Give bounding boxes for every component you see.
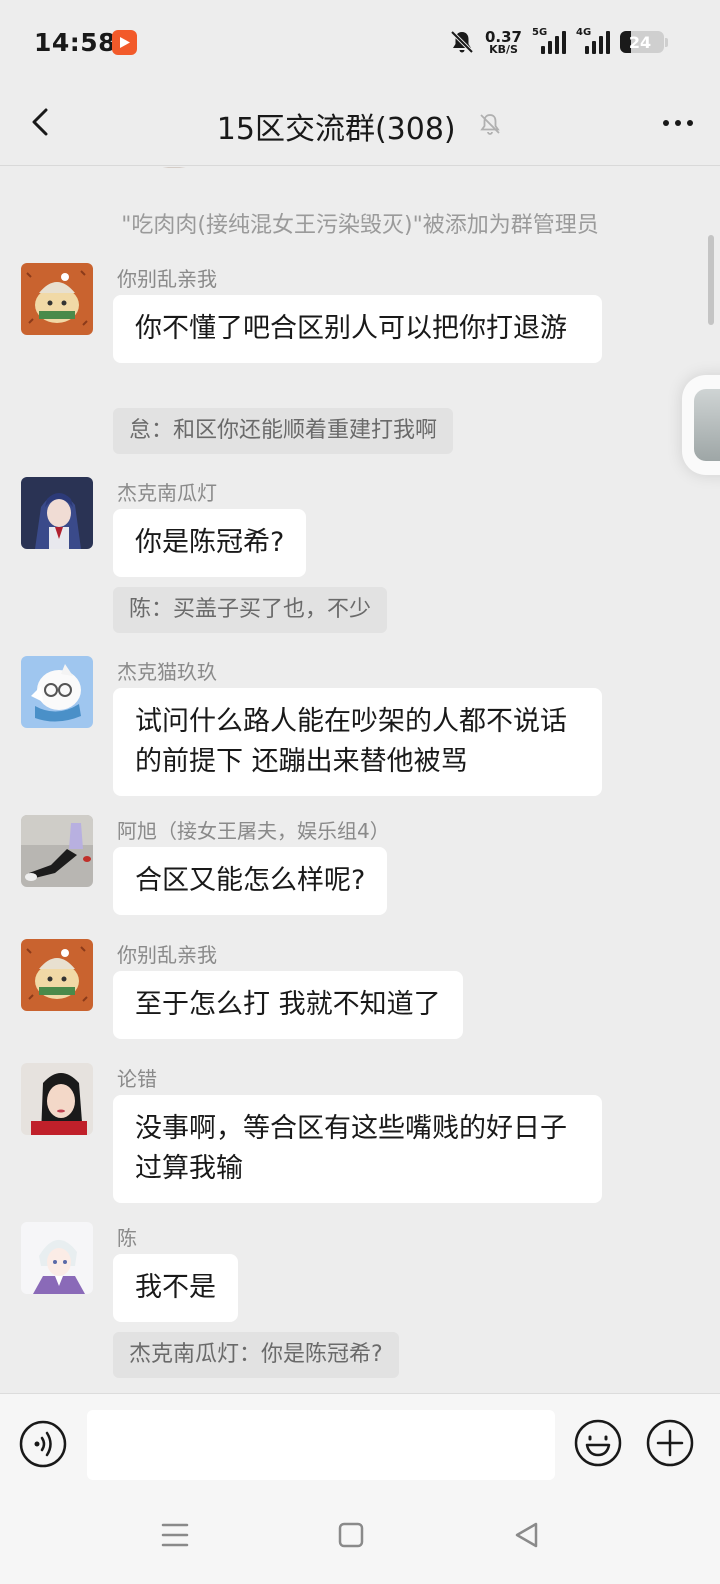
sender-name: 阿旭（接女王屠夫，娱乐组4） bbox=[117, 819, 390, 843]
avatar[interactable] bbox=[21, 656, 93, 728]
sender-name: 杰克南瓜灯 bbox=[117, 481, 217, 505]
status-indicators: 0.37 KB/S 5G 4G 24 bbox=[449, 26, 668, 58]
menu-icon[interactable] bbox=[155, 1515, 195, 1555]
message-bubble[interactable]: 没事啊，等合区有这些嘴贱的好日子过算我输 bbox=[113, 1095, 602, 1203]
speed-unit: KB/S bbox=[489, 42, 518, 56]
plus-icon[interactable] bbox=[645, 1418, 695, 1468]
quote-reply[interactable]: 怠：和区你还能顺着重建打我啊 bbox=[113, 408, 454, 454]
message-bubble[interactable]: 你是陈冠希? bbox=[113, 509, 307, 577]
floating-window-button[interactable] bbox=[682, 375, 720, 475]
home-square-icon[interactable] bbox=[331, 1515, 371, 1555]
more-dots-icon[interactable] bbox=[656, 106, 700, 140]
avatar[interactable] bbox=[21, 939, 93, 1011]
scrollbar[interactable] bbox=[708, 235, 714, 325]
message-bubble[interactable]: 你不懂了吧合区别人可以把你打退游 bbox=[113, 295, 602, 363]
message-bubble[interactable]: 试问什么路人能在吵架的人都不说话的前提下 还蹦出来替他被骂 bbox=[113, 688, 602, 796]
system-nav-bar bbox=[0, 1493, 720, 1584]
message-bubble[interactable]: 我不是 bbox=[113, 1254, 238, 1322]
back-triangle-icon[interactable] bbox=[507, 1515, 547, 1555]
system-message: "吃肉肉(接纯混女王污染毁灭)"被添加为群管理员 bbox=[121, 213, 599, 238]
quote-reply[interactable]: 陈：买盖子买了也，不少 bbox=[113, 587, 388, 633]
avatar[interactable] bbox=[21, 1063, 93, 1135]
sender-name: 你别乱亲我 bbox=[117, 943, 217, 967]
message-bubble[interactable]: 合区又能怎么样呢? bbox=[113, 847, 388, 915]
sender-name: 论错 bbox=[117, 1067, 157, 1091]
avatar[interactable] bbox=[21, 1222, 93, 1294]
quote-reply[interactable]: 杰克南瓜灯：你是陈冠希? bbox=[113, 1332, 399, 1378]
status-bar: 14:58 0.37 KB/S 5G 4G 24 bbox=[0, 0, 720, 84]
header-title-wrap: 15区交流群(308) bbox=[0, 104, 720, 148]
bell-mute-icon bbox=[477, 110, 503, 145]
cropped-image-remnant bbox=[162, 167, 185, 168]
avatar[interactable] bbox=[21, 815, 93, 887]
sender-name: 陈 bbox=[117, 1226, 137, 1250]
sender-name: 杰克猫玖玖 bbox=[117, 660, 217, 684]
chat-header: 15区交流群(308) bbox=[0, 84, 720, 166]
bell-off-icon bbox=[450, 30, 474, 54]
emoji-icon[interactable] bbox=[573, 1418, 623, 1468]
avatar[interactable] bbox=[21, 477, 93, 549]
network-speed: 0.37 KB/S bbox=[485, 29, 522, 56]
voice-icon[interactable] bbox=[19, 1420, 67, 1468]
avatar[interactable] bbox=[21, 263, 93, 335]
sender-name: 你别乱亲我 bbox=[117, 267, 217, 291]
signal-icon-2: 4G bbox=[576, 27, 610, 56]
message-input[interactable] bbox=[87, 1410, 555, 1480]
chat-screen: 14:58 0.37 KB/S 5G 4G 24 15区交流群(308) "吃肉… bbox=[0, 0, 720, 1584]
battery-level: 24 bbox=[628, 33, 652, 52]
message-list[interactable]: "吃肉肉(接纯混女王污染毁灭)"被添加为群管理员 你别乱亲我 你不懂了吧合区别人… bbox=[0, 167, 720, 1393]
battery-icon: 24 bbox=[620, 31, 664, 53]
page-title: 15区交流群(308) bbox=[216, 112, 456, 147]
message-bubble[interactable]: 至于怎么打 我就不知道了 bbox=[113, 971, 463, 1039]
input-bar bbox=[0, 1393, 720, 1493]
video-app-icon bbox=[112, 30, 137, 55]
status-time: 14:58 bbox=[34, 28, 117, 57]
signal-icon: 5G bbox=[532, 27, 566, 56]
